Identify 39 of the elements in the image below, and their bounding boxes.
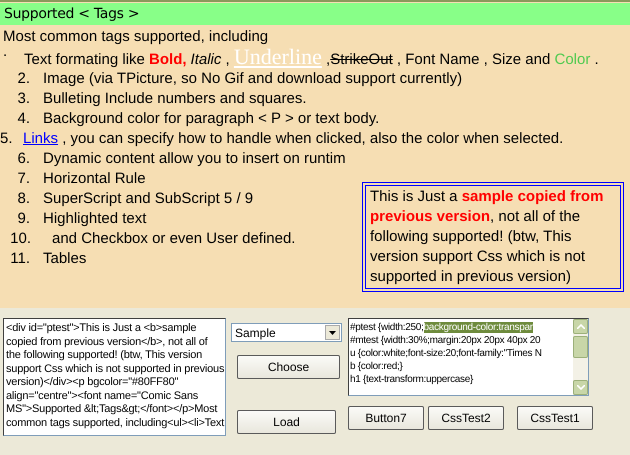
list-number: 8. xyxy=(16,189,30,209)
list-text: Horizontal Rule xyxy=(43,169,146,189)
dropdown-arrow-icon xyxy=(329,330,336,334)
list-number: 6. xyxy=(16,149,30,169)
list-number: 7. xyxy=(16,169,30,189)
list-text: Image (via TPicture, so No Gif and download support currently) xyxy=(43,69,462,89)
intro-text: Most common tags supported, including xyxy=(2,27,270,47)
sample-dropdown[interactable]: Sample xyxy=(231,323,342,342)
note-text: This is Just a sample copied from previous version, not all of the following supported! (btw, This version support Css which is not supported in previous version) xyxy=(370,188,604,285)
list-number: . xyxy=(2,47,8,62)
css-source-field[interactable]: #ptest {width:250;background-color:transpar #mtest {width:30%;margin:20px 20px 40px 20 u {color:white;font-size:20;font-family:"Times N b {color:red;} h1 {text-transform:uppercase} xyxy=(348,318,589,396)
load-button[interactable]: Load xyxy=(237,410,336,434)
list-text: Dynamic content allow you to insert on runtim xyxy=(43,149,346,169)
html-source-field[interactable]: <div id="ptest">This is Just a <b>sample copied from previous version</b>, not all of the following supported! (btw, This version support Css which is not supported in previous version)</div><p bgcolor="#80FF80" align="centre"><font name="Comic Sans MS">Supported &lt;Tags&gt;</font></p>Most common tags supported, including<ul><li>Text xyxy=(3,318,226,436)
heading: Supported < Tags > xyxy=(0,3,630,25)
list-number: 9. xyxy=(16,209,30,229)
selected-text: background-color:transpar xyxy=(424,322,533,333)
choose-button[interactable]: Choose xyxy=(237,355,340,379)
list-number: 10. xyxy=(9,229,31,249)
scrollbar[interactable] xyxy=(573,319,588,395)
action-button[interactable]: Button7 xyxy=(348,406,424,430)
list-text: Highlighted text xyxy=(43,209,146,229)
list-number: 5. xyxy=(0,129,14,149)
list-number: 4. xyxy=(16,109,30,129)
link[interactable]: Links xyxy=(23,130,58,147)
action-button[interactable]: CssTest2 xyxy=(428,406,504,430)
list-text: Text formating like Bold, Italic , Underline ,StrikeOut , Font Name , Size and Color . xyxy=(24,47,600,69)
list-number: 2. xyxy=(16,69,30,89)
list-number: 11. xyxy=(9,249,30,269)
list-text: Background color for paragraph < P > or text body. xyxy=(43,109,380,129)
list-text: and Checkbox or even User defined. xyxy=(52,229,296,249)
list-number: 3. xyxy=(16,89,30,109)
list-text: SuperScript and SubScript 5 / 9 xyxy=(43,189,254,209)
scroll-down-icon xyxy=(576,385,584,390)
list-text: Bulleting Include numbers and squares. xyxy=(43,89,306,109)
list-text: , you can specify how to handle when clicked, also the color when selected. xyxy=(61,130,564,147)
scroll-up-icon xyxy=(576,324,584,329)
list-text: Tables xyxy=(43,249,86,269)
action-button[interactable]: CssTest1 xyxy=(517,406,593,430)
